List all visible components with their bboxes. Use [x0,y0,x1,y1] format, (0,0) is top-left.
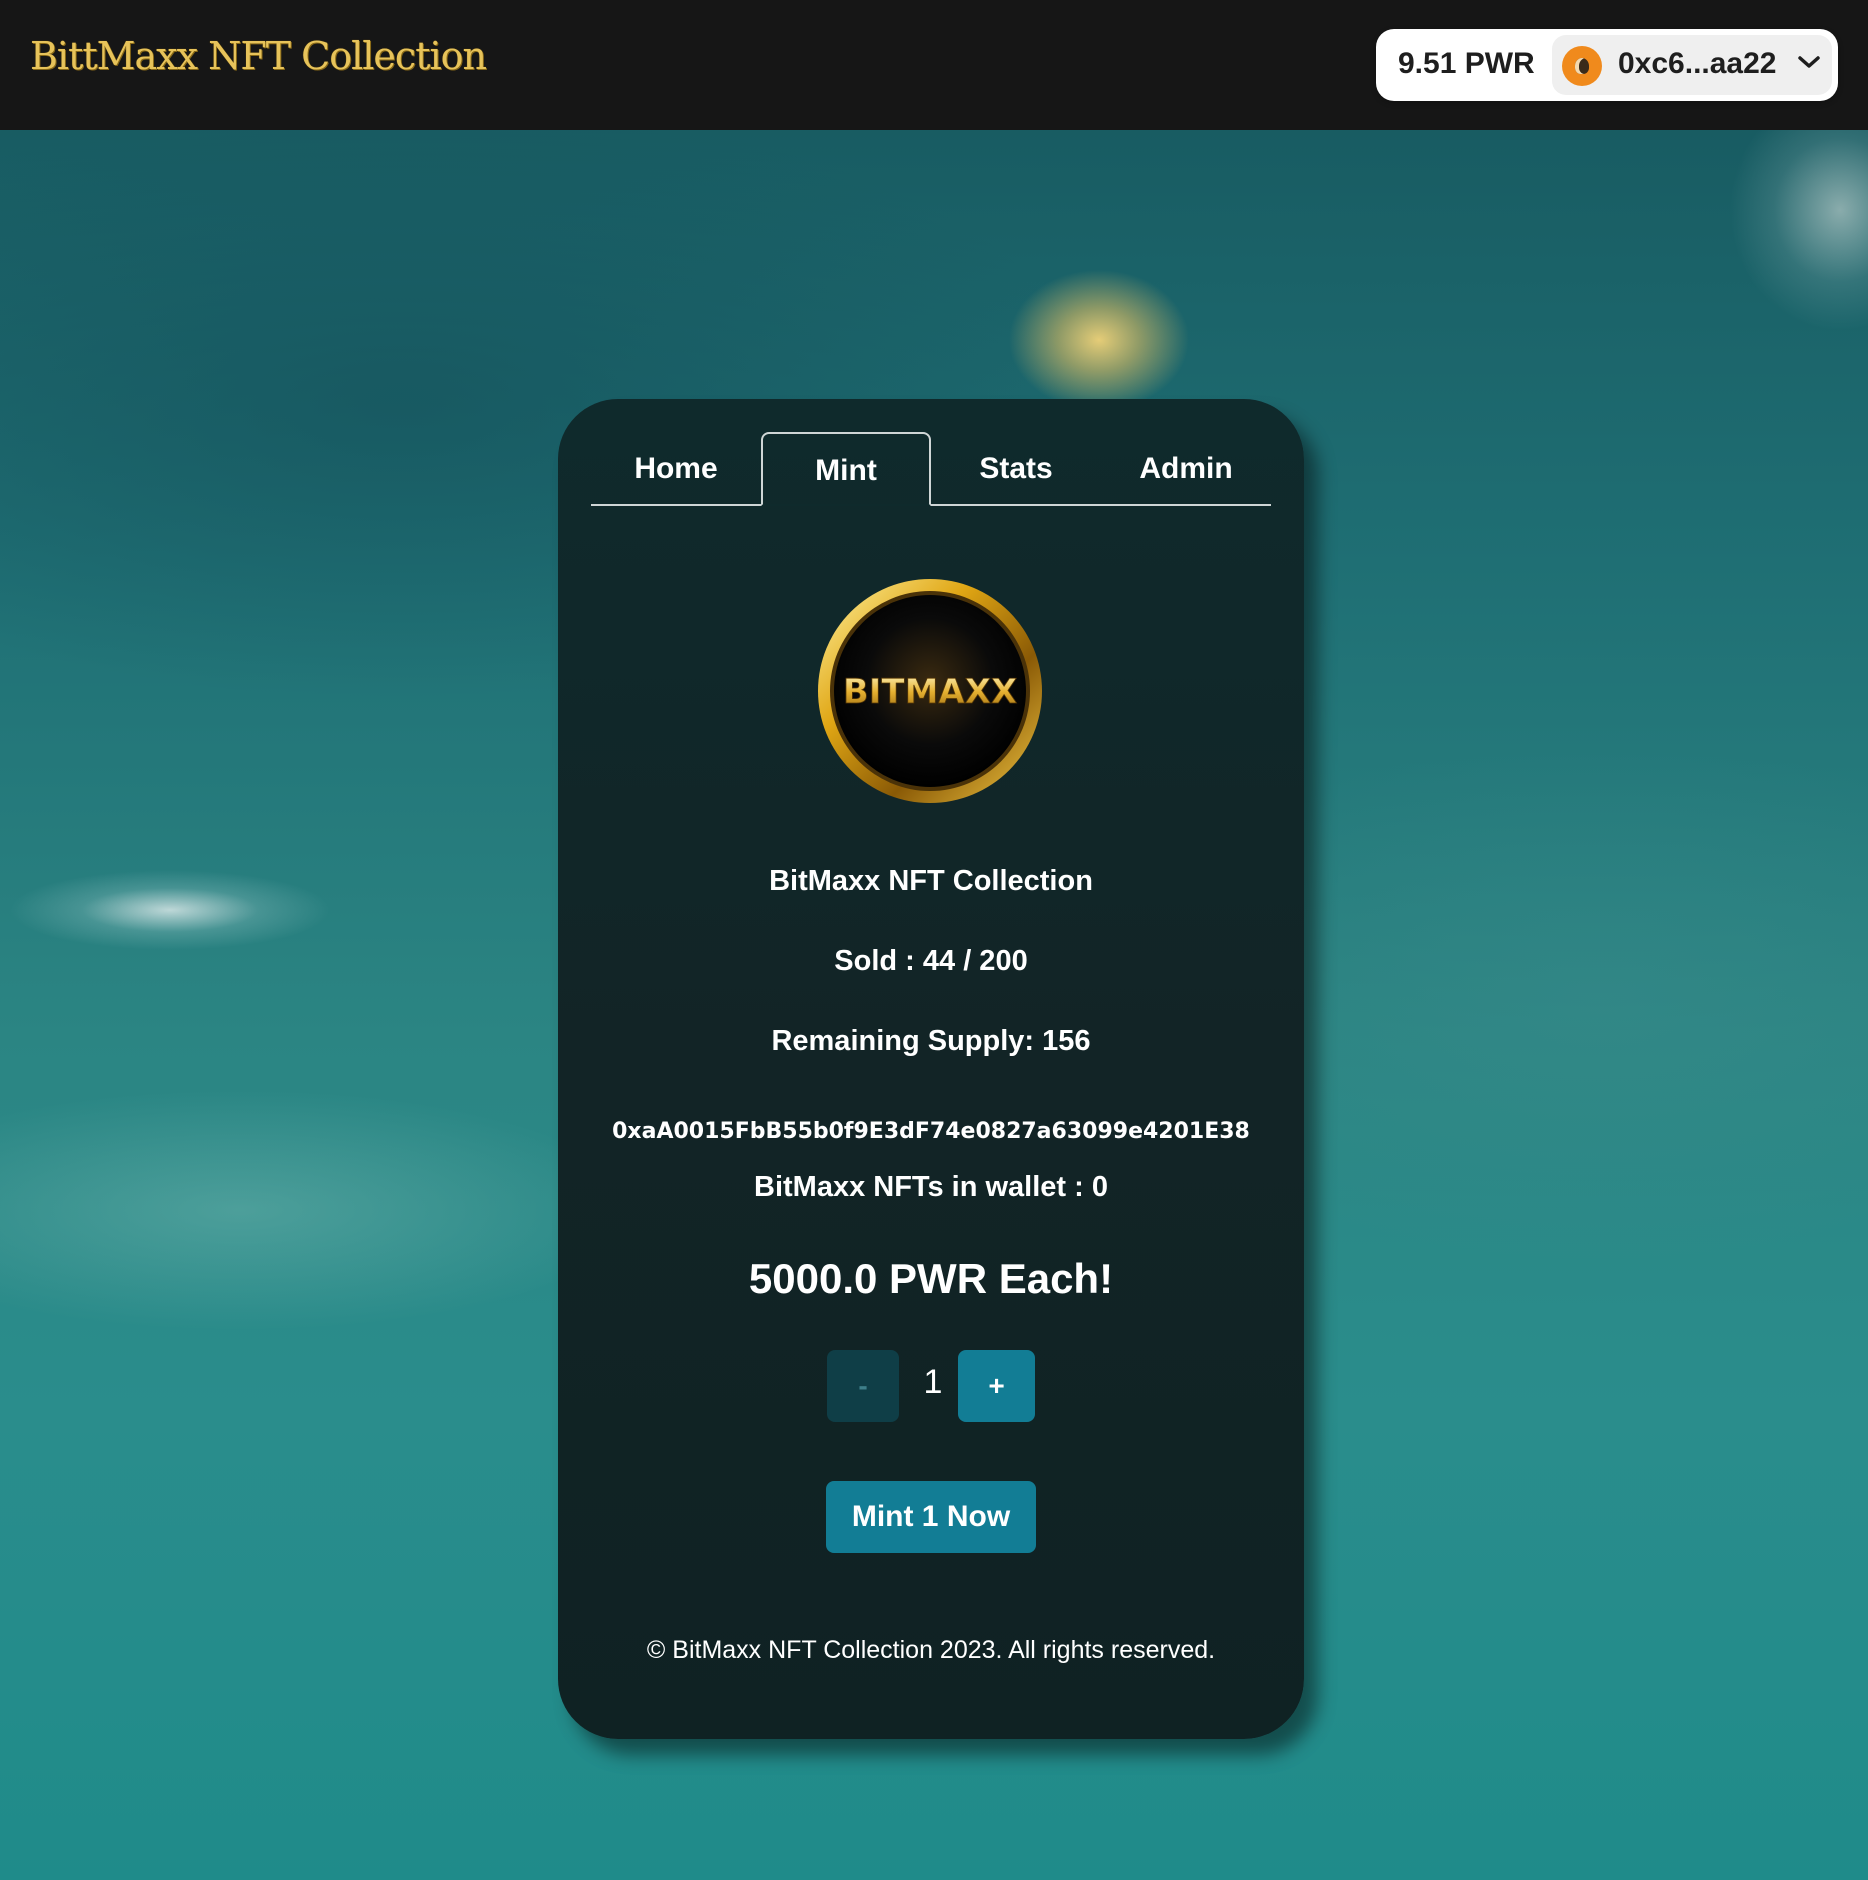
brand-title[interactable]: BittMaxx NFT Collection [30,34,487,78]
top-bar: BittMaxx NFT Collection 9.51 PWR 0xc6...… [0,0,1868,130]
wallet-nft-count: BitMaxx NFTs in wallet : 0 [754,1171,1108,1203]
mint-now-button[interactable]: Mint 1 Now [826,1481,1036,1553]
collection-name: BitMaxx NFT Collection [769,865,1093,897]
svg-text:BITMAXX: BITMAXX [843,672,1017,712]
account-button[interactable]: 0xc6...aa22 [1552,35,1832,95]
decrement-button[interactable]: - [827,1350,899,1422]
increment-button[interactable]: + [958,1350,1035,1422]
sold-count: Sold : 44 / 200 [834,945,1028,977]
tab-stats[interactable]: Stats [931,432,1101,504]
wallet-widget[interactable]: 9.51 PWR 0xc6...aa22 [1376,29,1838,101]
wallet-balance[interactable]: 9.51 PWR [1398,47,1535,81]
remaining-supply: Remaining Supply: 156 [771,1025,1091,1057]
chevron-down-icon [1798,56,1820,68]
contract-address: 0xaA0015FbB55b0f9E3dF74e0827a63099e4201E… [612,1119,1250,1144]
avatar-icon [1562,46,1602,86]
bitmaxx-coin-logo: BITMAXX [818,579,1042,803]
tab-mint[interactable]: Mint [761,432,931,506]
price-each: 5000.0 PWR Each! [748,1255,1114,1302]
quantity-value: 1 [923,1363,943,1401]
account-address: 0xc6...aa22 [1618,47,1777,80]
tab-admin[interactable]: Admin [1101,432,1271,504]
mint-card: Home Mint Stats Admin BITMAXX BitMaxx NF… [558,399,1304,1739]
footer-copyright: © BitMaxx NFT Collection 2023. All right… [646,1636,1216,1664]
tab-bar: Home Mint Stats Admin [591,432,1271,506]
tab-home[interactable]: Home [591,432,761,504]
